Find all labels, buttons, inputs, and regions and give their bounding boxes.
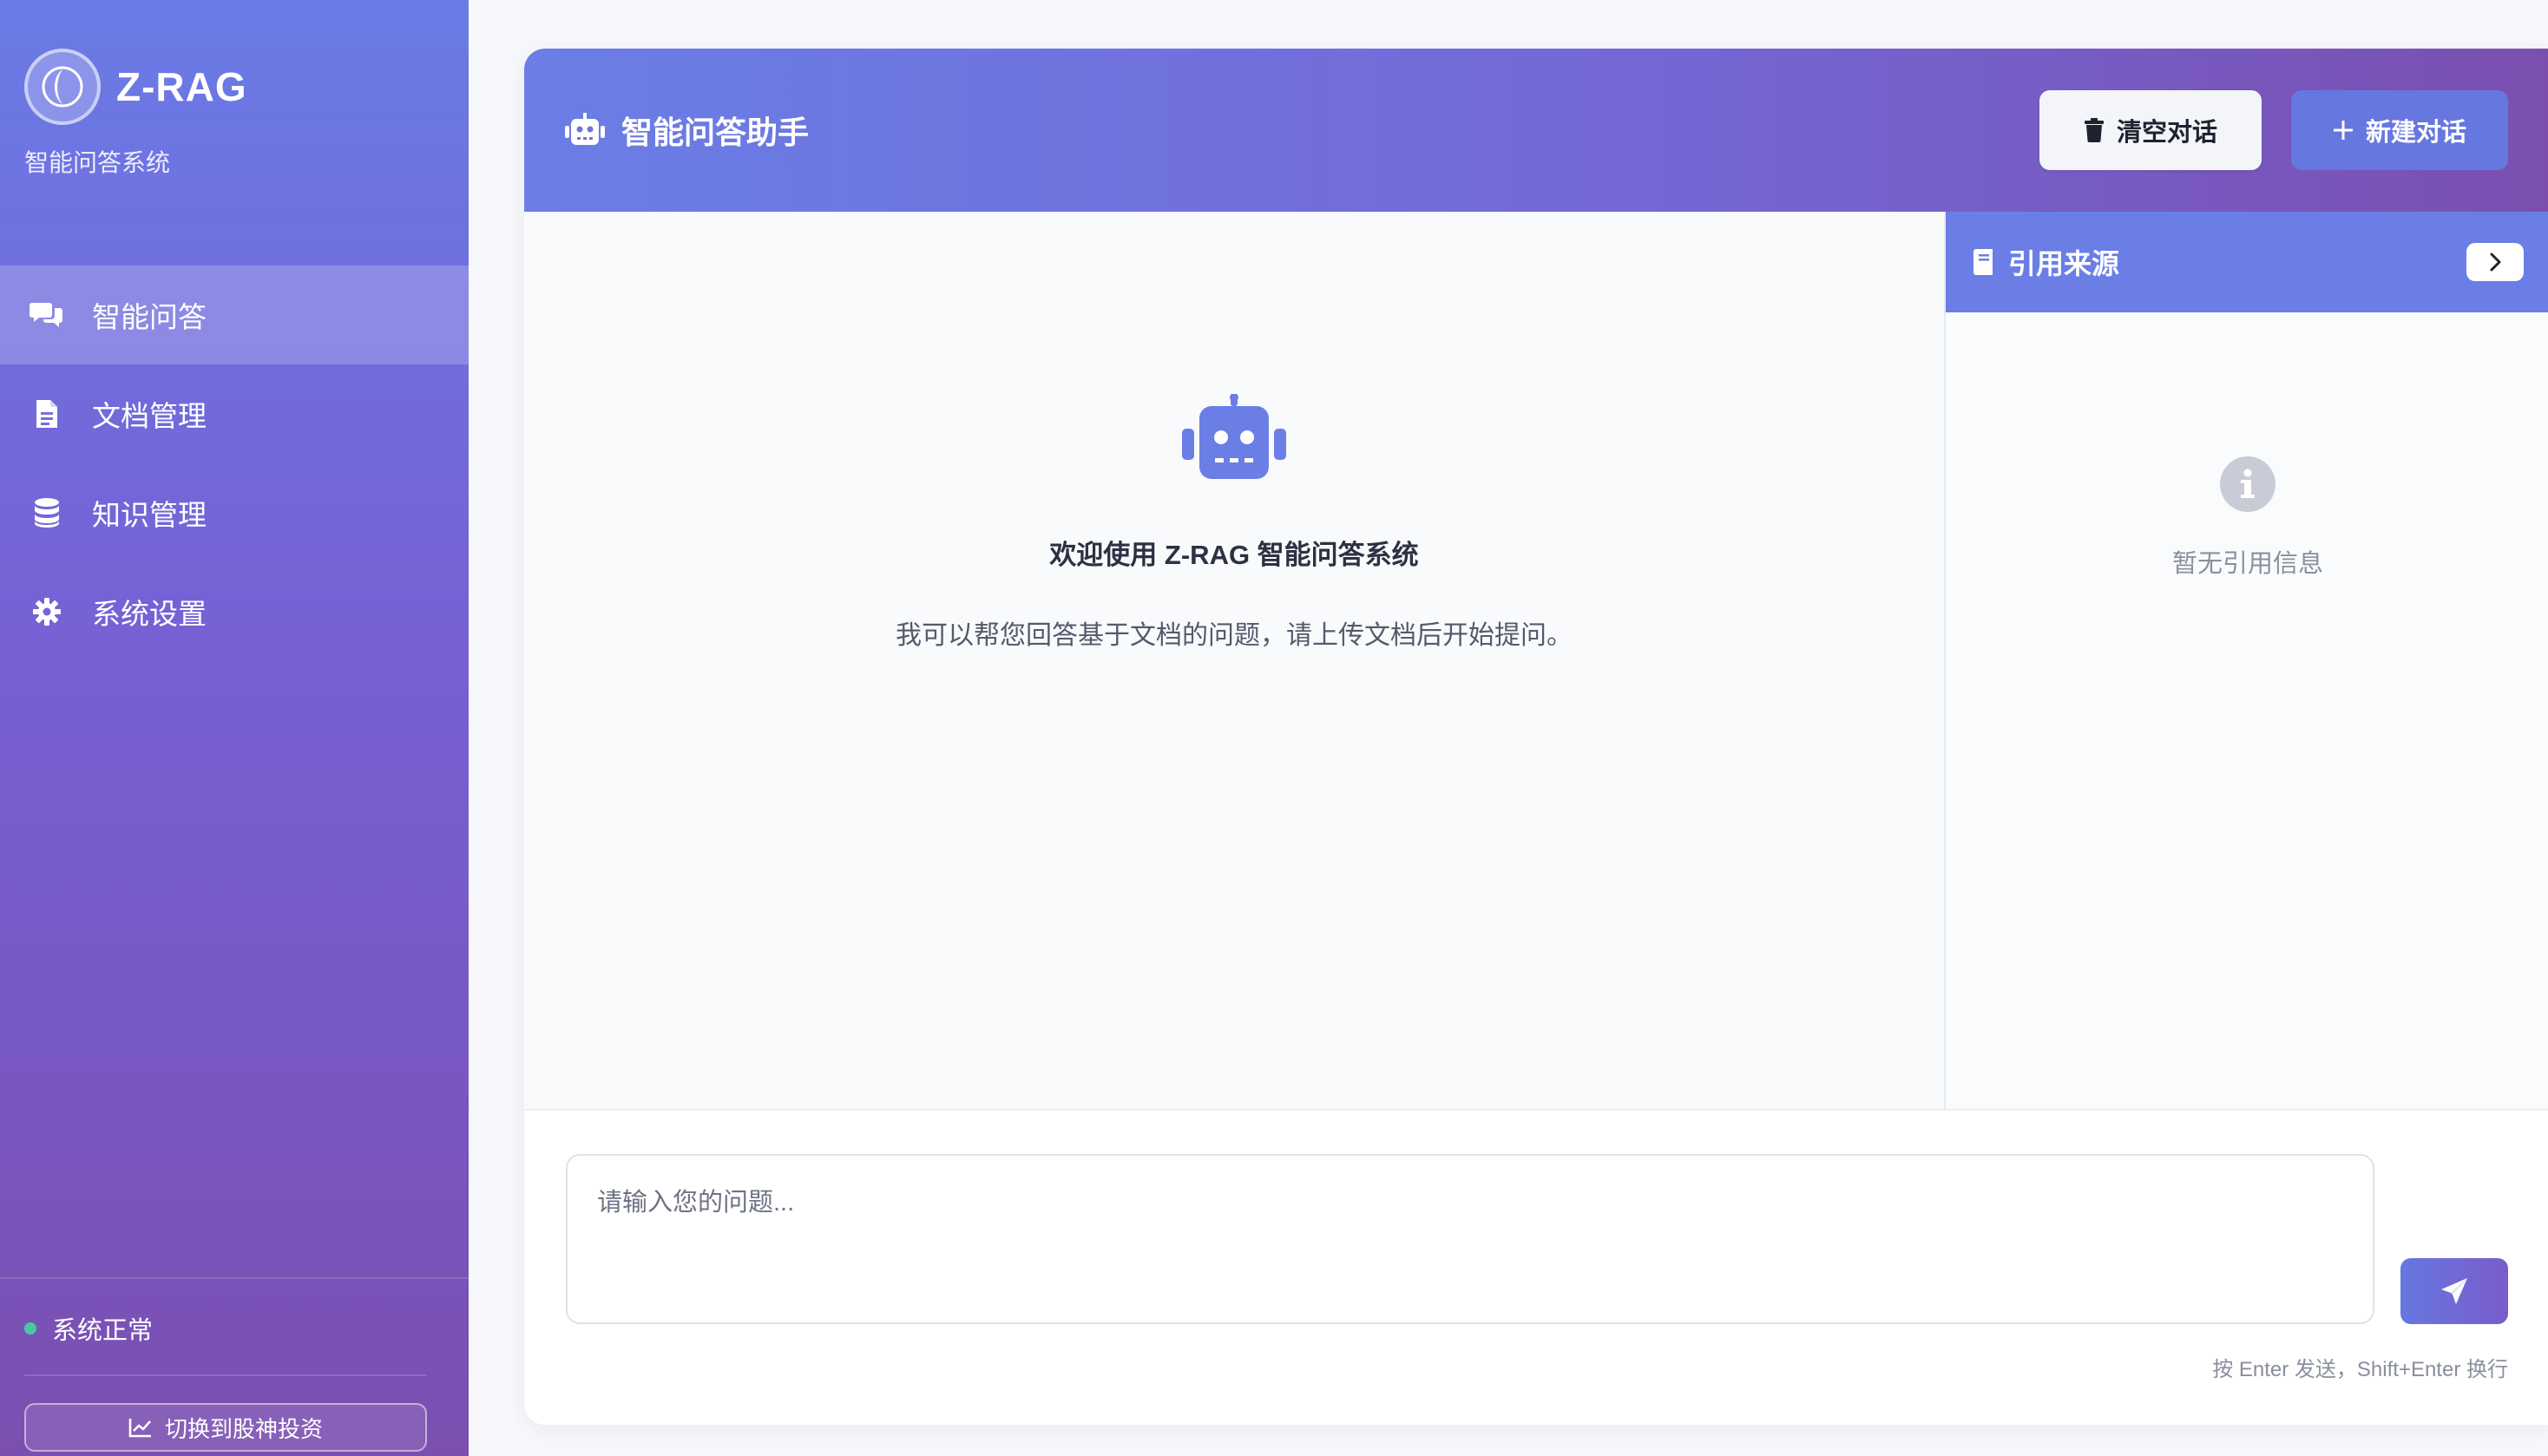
sidebar-item-label: 知识管理 [92, 499, 207, 531]
chat-messages-area: 欢迎使用 Z-RAG 智能问答系统 我可以帮您回答基于文档的问题，请上传文档后开… [524, 212, 1944, 1109]
page-title-text: 智能问答助手 [621, 115, 810, 150]
clear-chat-label: 清空对话 [2116, 119, 2217, 147]
brand: Z-RAG [24, 49, 247, 125]
database-icon [30, 495, 64, 530]
sidebar-divider [24, 1374, 427, 1376]
sidebar-item-label: 文档管理 [92, 400, 207, 432]
status-dot-icon [24, 1322, 36, 1335]
robot-icon [524, 394, 1944, 481]
system-status: 系统正常 [24, 1310, 153, 1347]
new-chat-label: 新建对话 [2365, 119, 2466, 147]
switch-app-button[interactable]: 切换到股神投资 [24, 1403, 427, 1452]
brand-subtitle: 智能问答系统 [24, 149, 171, 176]
brand-logo-icon [24, 49, 101, 125]
sidebar: Z-RAG 智能问答系统 智能问答 文档管理 知识管理 系统设置 系统正常 切换… [0, 0, 469, 1456]
info-icon [1946, 456, 2548, 512]
welcome-description: 我可以帮您回答基于文档的问题，请上传文档后开始提问。 [896, 621, 1573, 650]
citation-panel: 引用来源 暂无引用信息 [1944, 212, 2548, 1109]
input-area: 按 Enter 发送，Shift+Enter 换行 [524, 1109, 2548, 1425]
book-icon [1972, 249, 1994, 275]
chat-bubbles-icon [30, 298, 64, 332]
citation-empty-state: 暂无引用信息 [1946, 456, 2548, 580]
paper-plane-icon [2441, 1278, 2467, 1304]
brand-name: Z-RAG [116, 64, 247, 109]
line-chart-icon [128, 1417, 153, 1438]
sidebar-divider [0, 1277, 469, 1279]
sidebar-item-knowledge[interactable]: 知识管理 [0, 463, 469, 562]
new-chat-button[interactable]: 新建对话 [2291, 90, 2508, 170]
document-icon [30, 397, 64, 431]
citation-toggle-button[interactable] [2466, 243, 2524, 281]
sidebar-item-qa[interactable]: 智能问答 [0, 266, 469, 364]
sidebar-item-settings[interactable]: 系统设置 [0, 562, 469, 661]
chat-header: 智能问答助手 清空对话 新建对话 [524, 49, 2548, 212]
gear-icon [30, 594, 64, 629]
citation-empty-text: 暂无引用信息 [2171, 550, 2323, 578]
plus-icon [2333, 120, 2354, 141]
trash-icon [2084, 118, 2105, 142]
app-window: Z-RAG 智能问答系统 智能问答 文档管理 知识管理 系统设置 系统正常 切换… [0, 0, 2548, 1456]
chevron-right-icon [2490, 253, 2501, 272]
status-label: 系统正常 [52, 1317, 154, 1345]
clear-chat-button[interactable]: 清空对话 [2039, 90, 2262, 170]
citation-header: 引用来源 [1946, 212, 2548, 312]
welcome-message: 欢迎使用 Z-RAG 智能问答系统 我可以帮您回答基于文档的问题，请上传文档后开… [524, 394, 1944, 652]
question-input[interactable] [566, 1154, 2374, 1324]
citation-title: 引用来源 [2008, 248, 2120, 279]
send-button[interactable] [2400, 1258, 2508, 1324]
sidebar-item-label: 系统设置 [92, 598, 207, 630]
robot-icon [564, 113, 606, 148]
switch-app-label: 切换到股神投资 [164, 1415, 323, 1442]
sidebar-item-label: 智能问答 [92, 301, 207, 333]
input-hint: 按 Enter 发送，Shift+Enter 换行 [2212, 1358, 2508, 1381]
sidebar-nav: 智能问答 文档管理 知识管理 系统设置 [0, 266, 469, 661]
sidebar-item-documents[interactable]: 文档管理 [0, 364, 469, 463]
page-title: 智能问答助手 [564, 49, 809, 212]
chat-card: 智能问答助手 清空对话 新建对话 欢迎使用 Z-RAG 智能问答系统 我可以帮您… [524, 49, 2548, 1425]
welcome-title: 欢迎使用 Z-RAG 智能问答系统 [1049, 540, 1419, 570]
